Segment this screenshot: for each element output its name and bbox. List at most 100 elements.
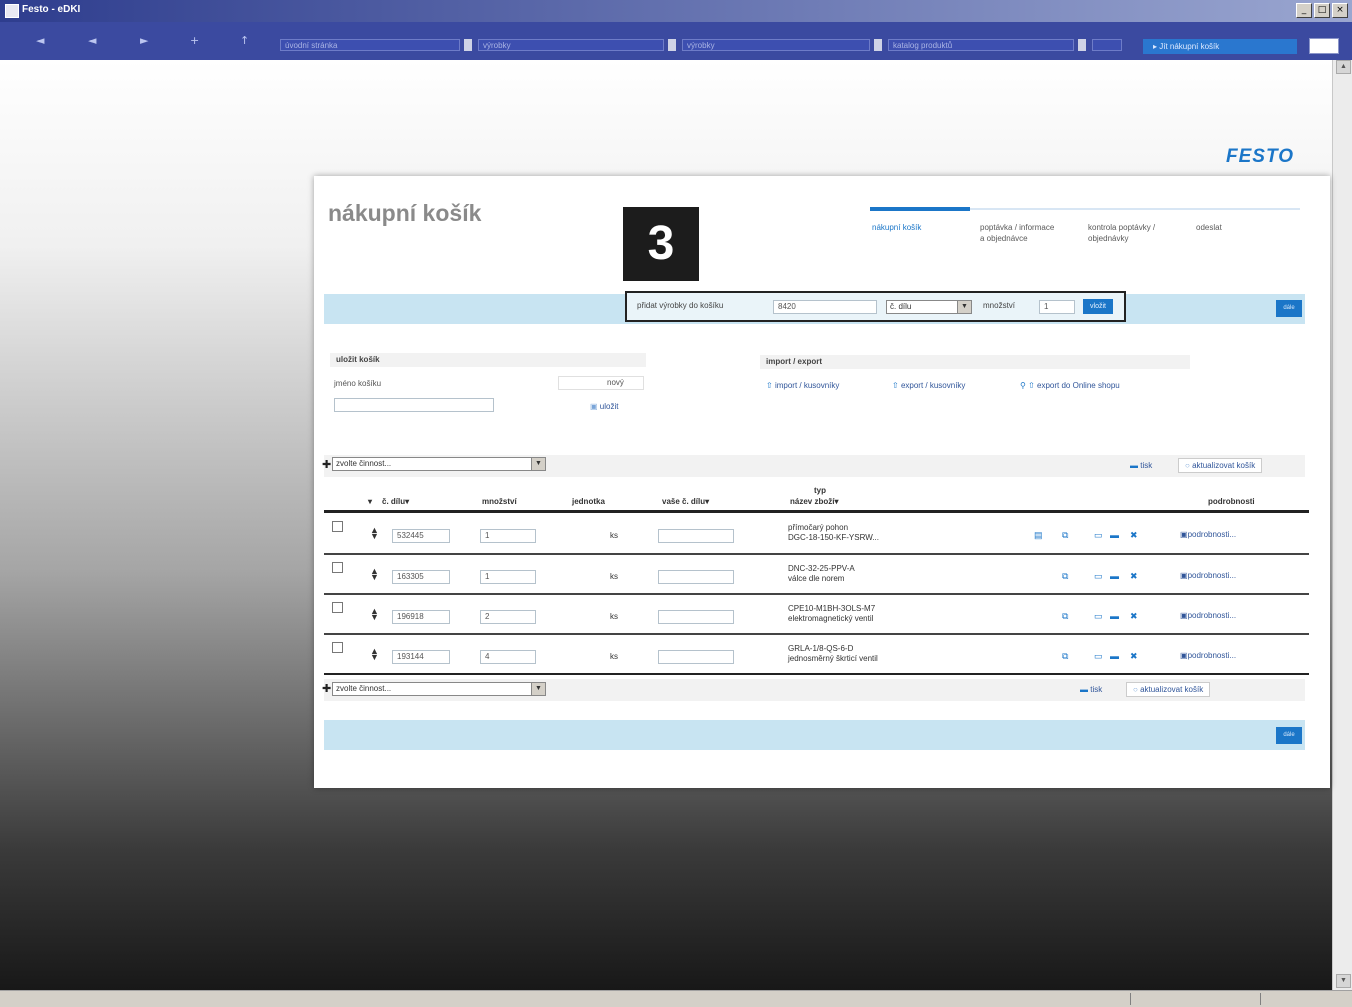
step-review[interactable]: kontrola poptávky / objednávky bbox=[1088, 222, 1184, 244]
row-unit: ks bbox=[610, 531, 618, 540]
copy-icon[interactable]: ⧉ bbox=[1062, 571, 1072, 581]
toolbar-field-extra[interactable] bbox=[1092, 39, 1122, 51]
next-button-top[interactable]: dále bbox=[1276, 300, 1302, 317]
delete-icon[interactable]: ✖ bbox=[1130, 571, 1140, 581]
scroll-up-icon[interactable]: ▲ bbox=[1336, 60, 1351, 74]
row-qty-input[interactable]: 2 bbox=[480, 610, 536, 624]
import-link[interactable]: ⇧ import / kusovníky bbox=[766, 381, 839, 390]
copy-icon[interactable]: ⧉ bbox=[1062, 651, 1072, 661]
print-icon[interactable]: ▬ bbox=[1110, 530, 1120, 540]
action-select-label: zvolte činnost... bbox=[336, 684, 392, 693]
col-name[interactable]: název zboží▾ bbox=[790, 497, 838, 506]
comment-icon[interactable]: ▭ bbox=[1094, 571, 1104, 581]
chevron-down-icon: ▼ bbox=[531, 683, 545, 695]
forward-icon[interactable]: ► bbox=[140, 34, 148, 47]
comment-icon[interactable]: ▭ bbox=[1094, 530, 1104, 540]
next-button-bottom[interactable]: dále bbox=[1276, 727, 1302, 744]
row-qty-input[interactable]: 1 bbox=[480, 570, 536, 584]
refresh-icon: ○ bbox=[1185, 461, 1193, 470]
row-your-input[interactable] bbox=[658, 650, 734, 664]
export-shop-link[interactable]: ⚲ ⇧ export do Online shopu bbox=[1020, 381, 1120, 390]
row-qty-input[interactable]: 4 bbox=[480, 650, 536, 664]
save-cart-link[interactable]: ▣ uložit bbox=[590, 402, 618, 411]
close-button[interactable]: × bbox=[1332, 3, 1348, 18]
add-part-input[interactable]: 8420 bbox=[773, 300, 877, 314]
action-select-bottom[interactable]: zvolte činnost... ▼ bbox=[332, 682, 546, 696]
reorder-icon[interactable]: ▲ ▼ bbox=[370, 647, 379, 662]
add-type-select[interactable]: č. dílu ▼ bbox=[886, 300, 972, 314]
print-label: tisk bbox=[1140, 461, 1153, 470]
delete-icon[interactable]: ✖ bbox=[1130, 611, 1140, 621]
table-row: ▲ ▼ 196918 2 ks CPE10-M1BH-3OLS-M7 elektr… bbox=[324, 596, 1309, 634]
add-button[interactable]: vložit bbox=[1083, 299, 1113, 314]
col-part-no[interactable]: č. dílu▾ bbox=[382, 497, 409, 506]
maximize-button[interactable]: □ bbox=[1314, 3, 1330, 18]
print-icon[interactable]: ▬ bbox=[1110, 651, 1120, 661]
action-select-top[interactable]: zvolte činnost... ▼ bbox=[332, 457, 546, 471]
row-details-link[interactable]: ▣podrobnosti... bbox=[1180, 611, 1236, 620]
step-send[interactable]: odeslat bbox=[1196, 222, 1256, 233]
update-cart-button-top[interactable]: ○ aktualizovat košík bbox=[1178, 458, 1263, 473]
comment-icon[interactable]: ▭ bbox=[1094, 611, 1104, 621]
print-link-bottom[interactable]: ▬ tisk bbox=[1080, 685, 1102, 694]
delete-icon[interactable]: ✖ bbox=[1130, 530, 1140, 540]
row-part-input[interactable]: 196918 bbox=[392, 610, 450, 624]
reorder-icon[interactable]: ▲ ▼ bbox=[370, 607, 379, 622]
add-icon[interactable]: + bbox=[190, 34, 199, 47]
row-checkbox[interactable] bbox=[332, 521, 343, 532]
col-your-no[interactable]: vaše č. dílu▾ bbox=[662, 497, 709, 506]
toolbar-box[interactable] bbox=[1309, 38, 1339, 54]
row-your-input[interactable] bbox=[658, 529, 734, 543]
cart-name-input[interactable] bbox=[334, 398, 494, 412]
reorder-icon[interactable]: ▲ ▼ bbox=[370, 526, 379, 541]
up-icon[interactable]: ↑ bbox=[240, 34, 249, 47]
step-progress-active bbox=[870, 207, 970, 211]
vertical-scrollbar[interactable]: ▲ ▼ bbox=[1332, 60, 1352, 990]
print-icon[interactable]: ▬ bbox=[1110, 611, 1120, 621]
row-details-link[interactable]: ▣podrobnosti... bbox=[1180, 530, 1236, 539]
row-qty-input[interactable]: 1 bbox=[480, 529, 536, 543]
row-your-input[interactable] bbox=[658, 570, 734, 584]
row-details-link[interactable]: ▣podrobnosti... bbox=[1180, 651, 1236, 660]
row-part-input[interactable]: 532445 bbox=[392, 529, 450, 543]
row-details-link[interactable]: ▣podrobnosti... bbox=[1180, 571, 1236, 580]
back-icon[interactable]: ◄ bbox=[36, 34, 44, 47]
add-label: přidat výrobky do košíku bbox=[637, 301, 724, 310]
print-icon[interactable]: ▬ bbox=[1110, 571, 1120, 581]
update-cart-button-bottom[interactable]: ○ aktualizovat košík bbox=[1126, 682, 1211, 697]
table-bottom-rule bbox=[324, 673, 1309, 675]
copy-icon[interactable]: ⧉ bbox=[1062, 611, 1072, 621]
reorder-icon[interactable]: ▲ ▼ bbox=[370, 567, 379, 582]
toolbar-field-catalog[interactable]: katalog produktů bbox=[888, 39, 1074, 51]
row-checkbox[interactable] bbox=[332, 602, 343, 613]
row-name: DGC-18-150-KF-YSRW... bbox=[788, 533, 879, 542]
step-cart[interactable]: nákupní košík bbox=[872, 222, 952, 233]
step-inquiry[interactable]: poptávka / informace a objednávce bbox=[980, 222, 1060, 244]
row-part-input[interactable]: 193144 bbox=[392, 650, 450, 664]
toolbar-field-home[interactable]: úvodní stránka bbox=[280, 39, 460, 51]
copy-icon[interactable]: ⧉ bbox=[1062, 530, 1072, 540]
scroll-down-icon[interactable]: ▼ bbox=[1336, 974, 1351, 988]
sort-icon[interactable]: ▾ bbox=[368, 497, 372, 506]
minimize-button[interactable]: _ bbox=[1296, 3, 1312, 18]
row-details-label: podrobnosti... bbox=[1187, 651, 1237, 660]
row-checkbox[interactable] bbox=[332, 642, 343, 653]
row-name: elektromagnetický ventil bbox=[788, 614, 874, 623]
toolbar-field-products[interactable]: výrobky bbox=[478, 39, 664, 51]
toolbar-field-products-2[interactable]: výrobky bbox=[682, 39, 870, 51]
delete-icon[interactable]: ✖ bbox=[1130, 651, 1140, 661]
row-part-input[interactable]: 163305 bbox=[392, 570, 450, 584]
new-cart-label: nový bbox=[607, 378, 624, 387]
col-qty: množství bbox=[482, 497, 517, 506]
print-link-top[interactable]: ▬ tisk bbox=[1130, 461, 1152, 470]
back-step-icon[interactable]: ◄ bbox=[88, 34, 96, 47]
export-link[interactable]: ⇧ export / kusovníky bbox=[892, 381, 965, 390]
info-icon[interactable]: ▤ bbox=[1034, 530, 1044, 540]
pin-icon: ✚ bbox=[322, 459, 332, 471]
row-your-input[interactable] bbox=[658, 610, 734, 624]
add-qty-input[interactable]: 1 bbox=[1039, 300, 1075, 314]
go-to-cart-button[interactable]: ▸ Jít nákupní košík bbox=[1143, 39, 1297, 54]
row-checkbox[interactable] bbox=[332, 562, 343, 573]
comment-icon[interactable]: ▭ bbox=[1094, 651, 1104, 661]
new-cart-button[interactable]: nový bbox=[558, 376, 644, 390]
